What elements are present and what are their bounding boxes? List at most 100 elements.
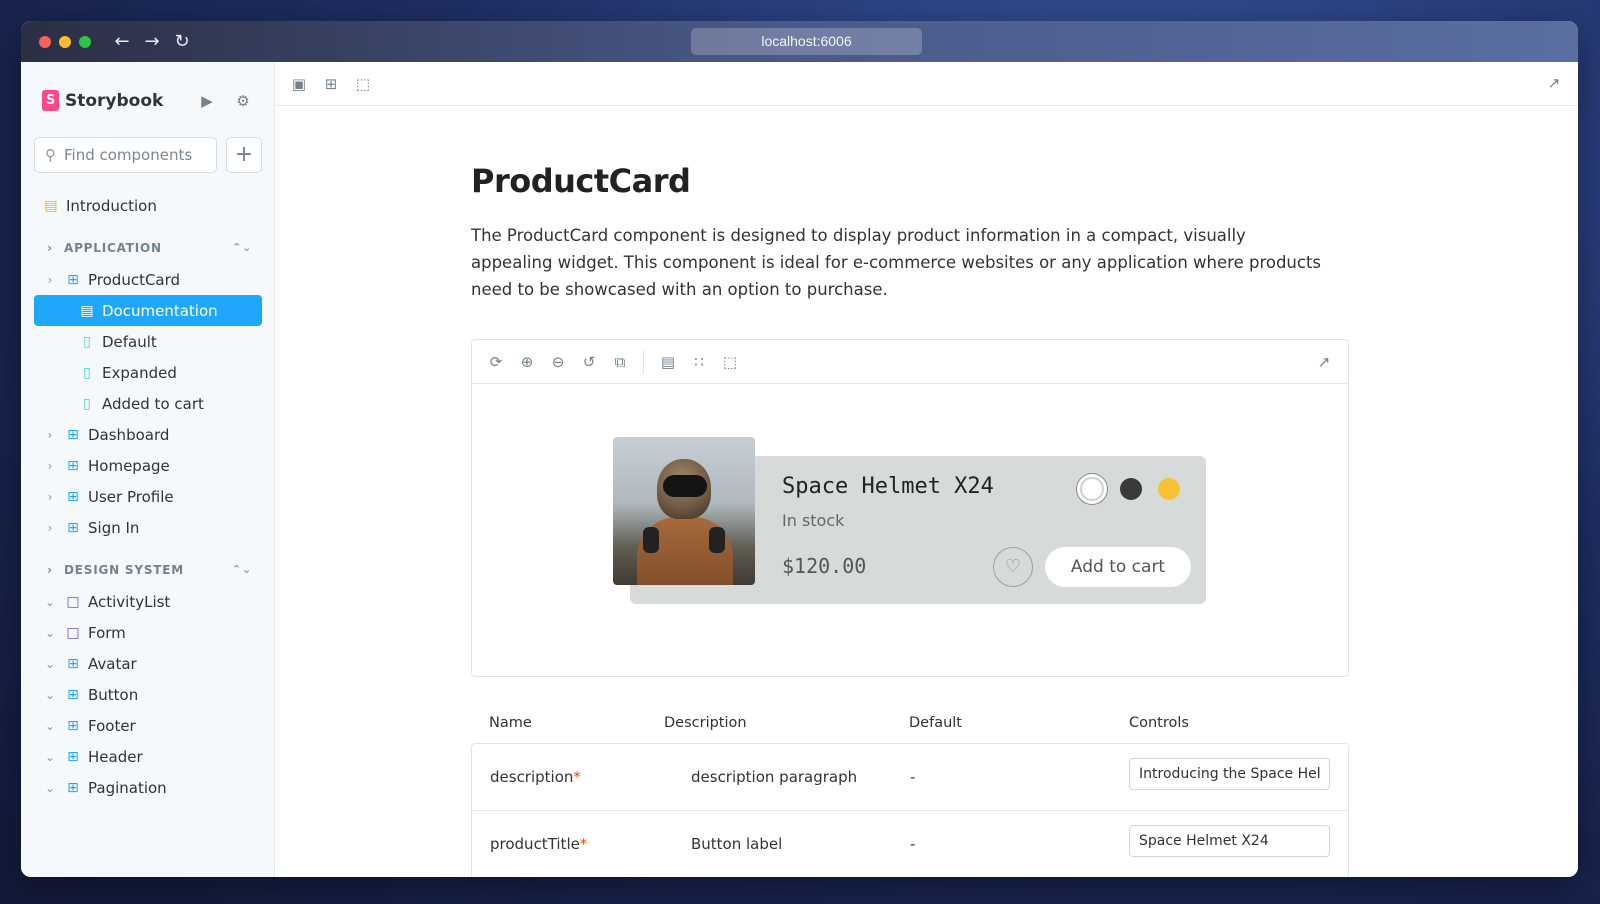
arg-name: productTitle xyxy=(490,835,580,853)
remount-icon[interactable]: ⟳ xyxy=(488,353,504,371)
chevron-down-icon: ⌄ xyxy=(44,780,56,795)
arg-name: description xyxy=(490,768,574,786)
description-control-input[interactable] xyxy=(1129,758,1330,790)
color-swatch-dark[interactable] xyxy=(1120,478,1142,500)
preview-toolbar: ⟳ ⊕ ⊖ ↺ ⧉ ▤ ∷ ⬚ ↗ xyxy=(472,340,1348,384)
grid-dots-icon[interactable]: ∷ xyxy=(691,353,707,371)
color-swatch-white[interactable] xyxy=(1080,477,1104,501)
bookmark-icon: ▯ xyxy=(83,333,91,350)
brand-name: Storybook xyxy=(65,90,164,111)
reload-icon[interactable]: ↻ xyxy=(173,32,191,51)
main-toolbar: ▣ ⊞ ⬚ ↗ xyxy=(275,62,1578,106)
expand-collapse-icon[interactable]: ⌃⌄ xyxy=(232,563,252,576)
folder-icon: □ xyxy=(66,624,80,641)
sidebar-item-default[interactable]: ▯ Default xyxy=(34,326,262,357)
search-input[interactable] xyxy=(64,146,204,164)
sidebar-item-form[interactable]: ⌄ □ Form xyxy=(34,617,262,648)
gear-icon[interactable]: ⚙ xyxy=(233,91,253,111)
component-icon: ⊞ xyxy=(67,457,79,474)
sidebar-item-pagination[interactable]: ⌄ ⊞ Pagination xyxy=(34,772,262,803)
product-title-control-input[interactable] xyxy=(1129,825,1330,857)
args-table-body: description* description paragraph - pro… xyxy=(471,743,1349,877)
sidebar-item-footer[interactable]: ⌄ ⊞ Footer xyxy=(34,710,262,741)
stock-status: In stock xyxy=(782,511,845,530)
color-swatch-yellow[interactable] xyxy=(1158,478,1180,500)
chevron-down-icon: ⌄ xyxy=(44,749,56,764)
create-story-button[interactable]: + xyxy=(226,137,262,173)
arg-description: Button label xyxy=(691,835,783,853)
back-arrow-icon[interactable]: ← xyxy=(113,32,131,51)
table-row: productTitle* Button label - xyxy=(472,811,1348,877)
product-price: $120.00 xyxy=(782,554,867,578)
brand[interactable]: S Storybook xyxy=(42,90,163,111)
grid-icon[interactable]: ⊞ xyxy=(323,75,339,93)
document-icon: ▤ xyxy=(80,302,94,319)
sidebar-item-homepage[interactable]: › ⊞ Homepage xyxy=(34,450,262,481)
expand-collapse-icon[interactable]: ⌃⌄ xyxy=(232,241,252,254)
column-description: Description xyxy=(664,715,747,731)
column-controls: Controls xyxy=(1129,715,1189,731)
component-icon: ⊞ xyxy=(67,748,79,765)
search-box[interactable]: ⚲ xyxy=(34,137,217,173)
docs-page: ProductCard The ProductCard component is… xyxy=(471,106,1351,877)
open-in-new-tab-icon[interactable]: ↗ xyxy=(1546,74,1562,92)
sidebar-item-documentation[interactable]: ▤ Documentation xyxy=(34,295,262,326)
browser-titlebar: ← → ↻ localhost:6006 xyxy=(21,21,1578,62)
sidebar-item-introduction[interactable]: ▤ Introduction xyxy=(34,190,262,221)
forward-arrow-icon[interactable]: → xyxy=(143,32,161,51)
column-name: Name xyxy=(489,715,532,731)
chevron-down-icon: ⌄ xyxy=(44,656,56,671)
sidebar-item-sign-in[interactable]: › ⊞ Sign In xyxy=(34,512,262,543)
column-default: Default xyxy=(909,715,962,731)
sidebar-item-button[interactable]: ⌄ ⊞ Button xyxy=(34,679,262,710)
search-icon: ⚲ xyxy=(45,146,56,164)
story-preview: ⟳ ⊕ ⊖ ↺ ⧉ ▤ ∷ ⬚ ↗ Space Helmet X24 In st… xyxy=(471,339,1349,677)
add-to-cart-button[interactable]: Add to cart xyxy=(1045,547,1191,587)
open-in-new-tab-icon[interactable]: ↗ xyxy=(1316,353,1332,371)
image-icon[interactable]: ▣ xyxy=(291,75,307,93)
outline-icon[interactable]: ⬚ xyxy=(722,353,738,371)
chevron-right-icon: › xyxy=(47,427,53,442)
component-icon: ⊞ xyxy=(67,271,79,288)
zoom-in-icon[interactable]: ⊕ xyxy=(519,353,535,371)
component-icon: ⊞ xyxy=(67,717,79,734)
sidebar: S Storybook ▶ ⚙ ⚲ + ▤ Introduction › APP… xyxy=(21,62,275,877)
sidebar-tree: ▤ Introduction › APPLICATION ⌃⌄ › ⊞ Prod… xyxy=(34,190,262,803)
sidebar-item-dashboard[interactable]: › ⊞ Dashboard xyxy=(34,419,262,450)
sidebar-item-header[interactable]: ⌄ ⊞ Header xyxy=(34,741,262,772)
ruler-icon[interactable]: ▤ xyxy=(660,353,676,371)
main-panel: ▣ ⊞ ⬚ ↗ ProductCard The ProductCard comp… xyxy=(275,62,1578,877)
sidebar-item-user-profile[interactable]: › ⊞ User Profile xyxy=(34,481,262,512)
chevron-right-icon: › xyxy=(47,272,53,287)
chevron-down-icon: ⌄ xyxy=(44,718,56,733)
outline-icon[interactable]: ⬚ xyxy=(355,75,371,93)
sidebar-item-expanded[interactable]: ▯ Expanded xyxy=(34,357,262,388)
heart-icon[interactable]: ♡ xyxy=(993,547,1033,587)
close-window-button[interactable] xyxy=(39,35,51,48)
product-image xyxy=(613,437,755,585)
storybook-logo-icon: S xyxy=(42,90,59,111)
zoom-out-icon[interactable]: ⊖ xyxy=(550,353,566,371)
sidebar-item-productcard[interactable]: › ⊞ ProductCard xyxy=(34,264,262,295)
page-title: ProductCard xyxy=(471,162,691,200)
component-description: The ProductCard component is designed to… xyxy=(471,226,1322,299)
document-icon: ▤ xyxy=(44,197,58,214)
chevron-right-icon: › xyxy=(47,520,53,535)
copy-icon[interactable]: ⧉ xyxy=(612,353,628,371)
arg-default: - xyxy=(910,835,916,853)
sidebar-item-added-to-cart[interactable]: ▯ Added to cart xyxy=(34,388,262,419)
maximize-window-button[interactable] xyxy=(79,35,91,48)
chevron-down-icon: ⌄ xyxy=(44,687,56,702)
chevron-down-icon: ⌄ xyxy=(44,625,56,640)
bookmark-icon: ▯ xyxy=(83,395,91,412)
minimize-window-button[interactable] xyxy=(59,35,71,48)
sidebar-item-activitylist[interactable]: ⌄ □ ActivityList xyxy=(34,586,262,617)
url-bar[interactable]: localhost:6006 xyxy=(691,28,922,55)
group-design-system[interactable]: › DESIGN SYSTEM ⌃⌄ xyxy=(34,553,262,586)
folder-icon: □ xyxy=(66,593,80,610)
component-icon: ⊞ xyxy=(67,519,79,536)
zoom-reset-icon[interactable]: ↺ xyxy=(581,353,597,371)
play-icon[interactable]: ▶ xyxy=(197,91,217,111)
group-application[interactable]: › APPLICATION ⌃⌄ xyxy=(34,231,262,264)
sidebar-item-avatar[interactable]: ⌄ ⊞ Avatar xyxy=(34,648,262,679)
